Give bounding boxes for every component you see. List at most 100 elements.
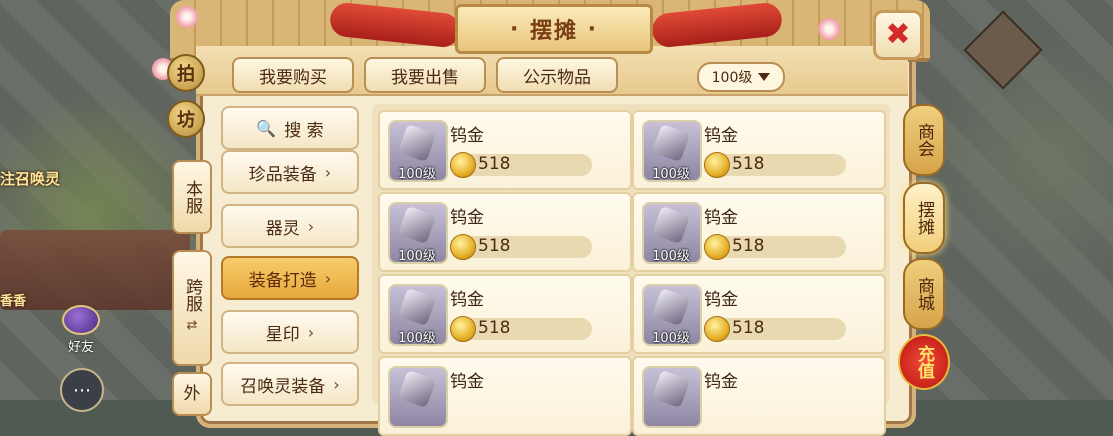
chat-bubble-icon: ⋯ [73,379,91,401]
item-price: 518 [478,154,511,174]
item-name: 钨金 [450,208,484,228]
item-price: 518 [478,318,511,338]
item-level: 100级 [398,249,436,264]
search-icon: 🔍 [256,118,277,138]
coin-icon [450,316,476,342]
item-thumbnail [642,366,702,428]
blossom-icon [818,18,840,40]
coin-icon [704,152,730,178]
item-level: 100级 [398,167,436,182]
item-thumbnail: 100级 [642,284,702,346]
item-level: 100级 [398,331,436,346]
tab-chamber-of-commerce[interactable]: 商会 [903,104,945,176]
tungsten-ore-icon [397,205,437,245]
coin-icon [704,316,730,342]
item-price: 518 [732,318,765,338]
outer-label: 外 [183,384,201,404]
item-thumbnail: 100级 [642,120,702,182]
auction-char-1: 拍 [167,54,205,92]
coin-icon [704,234,730,260]
coin-icon [450,234,476,260]
category-label: 星印 [265,324,300,345]
item-card[interactable]: 100级 钨金 518 [632,274,886,354]
tab-buy[interactable]: 我要购买 [232,57,354,93]
category-label: 搜 索 [284,120,324,141]
stall-label: 摆摊 [914,201,934,235]
tungsten-ore-icon [651,369,691,409]
chevron-right-icon: › [307,322,315,342]
category-label: 珍品装备 [248,164,317,185]
recharge-button[interactable]: 充值 [898,334,950,390]
item-thumbnail: 100级 [642,202,702,264]
category-rare-equipment[interactable]: 珍品装备 › [221,150,359,194]
tab-outer[interactable]: 外 [172,372,212,416]
chevron-right-icon: › [307,216,315,236]
tungsten-ore-icon [651,287,691,327]
item-price: 518 [478,236,511,256]
item-card[interactable]: 100级 钨金 518 [378,192,632,272]
item-thumbnail: 100级 [388,202,448,264]
chevron-down-icon [758,73,771,81]
level-filter-select[interactable]: 100级 [697,62,785,92]
category-equipment-forging[interactable]: 装备打造 › [221,256,359,300]
category-label: 器灵 [265,218,300,239]
item-card[interactable]: 100级 钨金 518 [632,192,886,272]
item-card[interactable]: 钨金 [378,356,632,436]
coin-icon [450,152,476,178]
chevron-right-icon: › [324,162,332,182]
blossom-icon [176,6,198,28]
item-price: 518 [732,236,765,256]
category-star-seal[interactable]: 星印 › [221,310,359,354]
tab-sell[interactable]: 我要出售 [364,57,486,93]
category-search[interactable]: 🔍 搜 索 [221,106,359,150]
tungsten-ore-icon [651,205,691,245]
category-summon-equipment[interactable]: 召唤灵装备 › [221,362,359,406]
local-server-label: 本服 [182,180,202,214]
tab-local-server[interactable]: 本服 [172,160,212,234]
friend-button[interactable]: 好友 [58,305,104,355]
item-name: 钨金 [450,126,484,146]
friend-label: 好友 [67,340,94,355]
category-label: 装备打造 [248,270,317,291]
tungsten-ore-icon [651,123,691,163]
item-thumbnail: 100级 [388,284,448,346]
tab-cross-server[interactable]: 跨服 ⇄ [172,250,212,366]
item-card[interactable]: 100级 钨金 518 [378,110,632,190]
auction-char-2: 坊 [167,100,205,138]
tab-public-items[interactable]: 公示物品 [496,57,618,93]
item-level: 100级 [652,167,690,182]
item-card[interactable]: 100级 钨金 518 [632,110,886,190]
item-level: 100级 [652,331,690,346]
item-card[interactable]: 钨金 [632,356,886,436]
chevron-right-icon: › [324,268,332,288]
item-name: 钨金 [450,290,484,310]
item-name: 钨金 [704,290,738,310]
tungsten-ore-icon [397,287,437,327]
tab-stall[interactable]: 摆摊 [903,182,945,254]
close-button[interactable]: ✖ [873,10,923,60]
swap-icon: ⇄ [186,318,198,333]
close-icon: ✖ [885,17,911,52]
item-thumbnail [388,366,448,428]
item-name: 钨金 [450,372,484,392]
level-filter-value: 100级 [711,70,753,86]
category-label: 召唤灵装备 [240,376,326,397]
tab-mall[interactable]: 商城 [903,258,945,330]
tungsten-ore-icon [397,123,437,163]
chamber-label: 商会 [914,123,934,157]
item-price: 518 [732,154,765,174]
player-name-label: 注召唤灵 [0,170,61,188]
friend-icon [62,305,100,335]
recharge-label: 充值 [914,345,934,379]
chat-button[interactable]: ⋯ [60,368,104,412]
building-roof [0,230,190,310]
item-level: 100级 [652,249,690,264]
mall-label: 商城 [914,277,934,311]
category-qiling[interactable]: 器灵 › [221,204,359,248]
chevron-right-icon: › [333,374,340,394]
item-card[interactable]: 100级 钨金 518 [378,274,632,354]
npc-name-label: 香香 [0,294,27,309]
tab-auction-house[interactable]: 拍 坊 [166,44,206,154]
item-name: 钨金 [704,126,738,146]
item-name: 钨金 [704,372,738,392]
